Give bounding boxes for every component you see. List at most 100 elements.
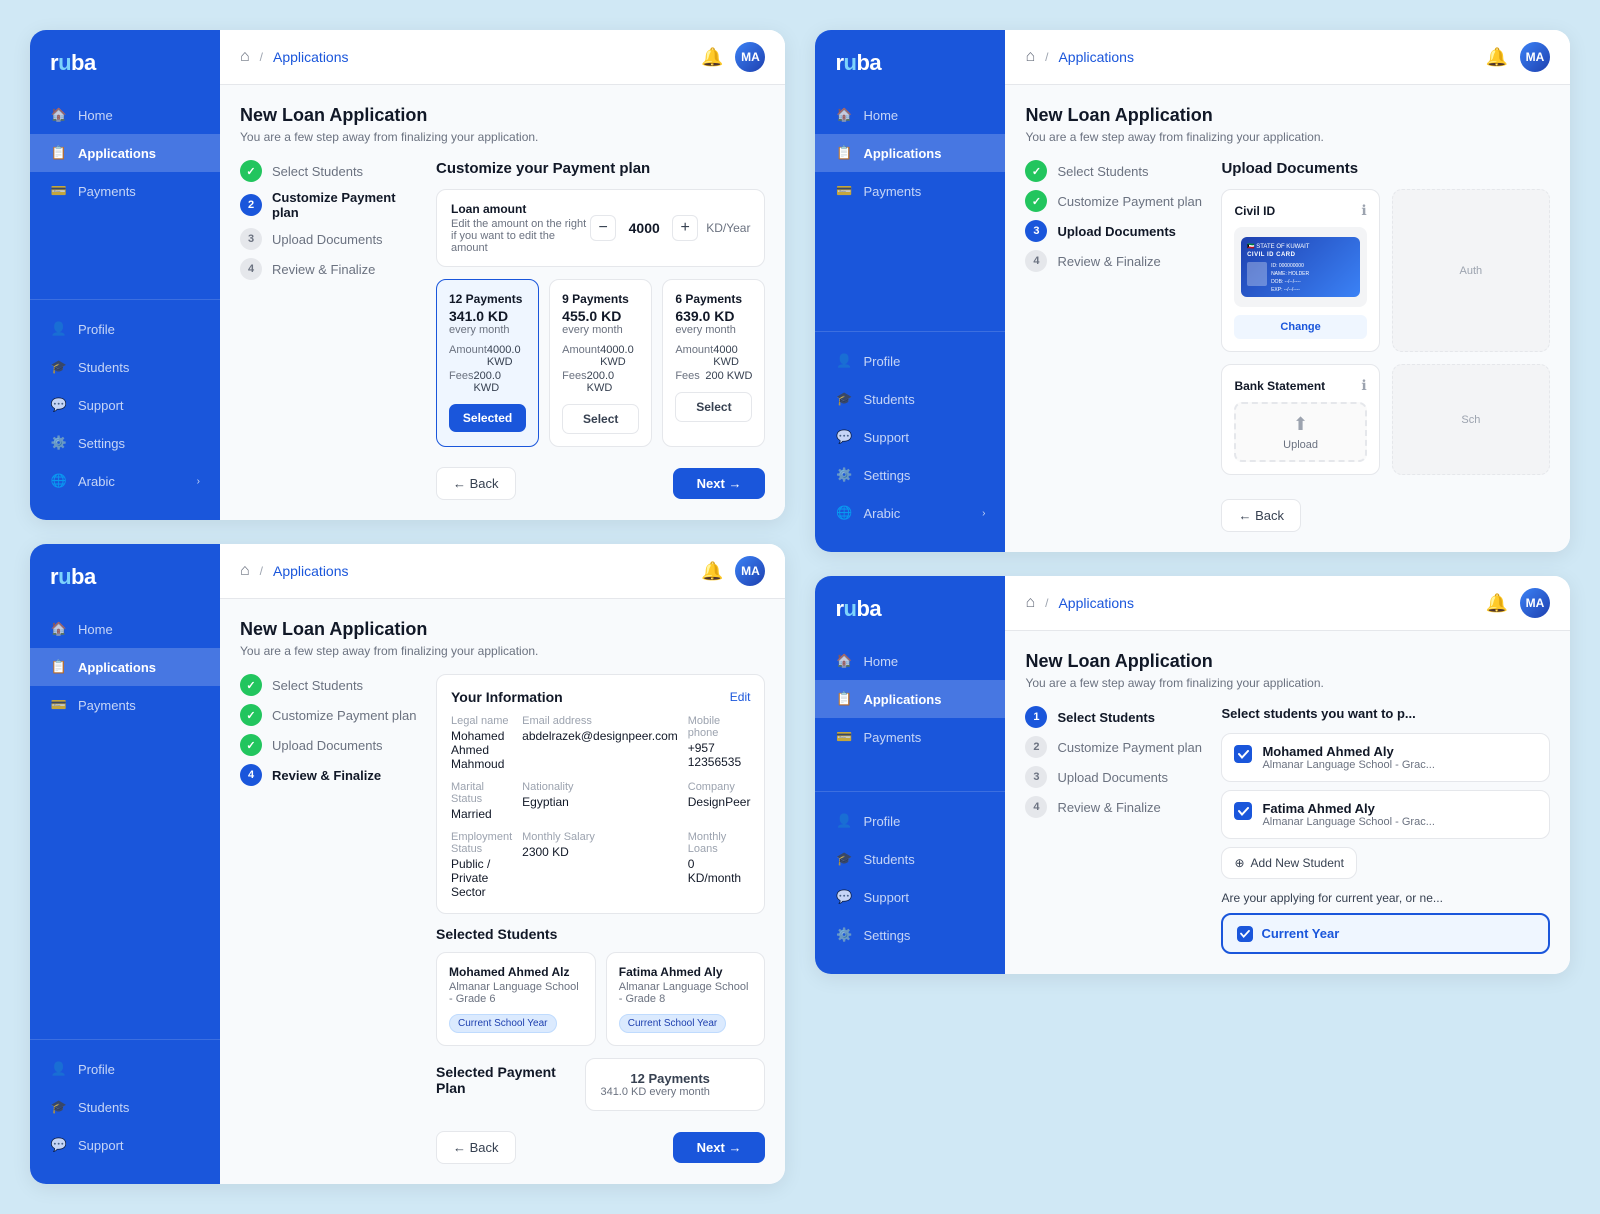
payment-plan-label: Selected Payment Plan: [436, 1064, 585, 1096]
sidebar-item-support[interactable]: 💬 Support: [30, 386, 220, 424]
sidebar-item-home-u[interactable]: 🏠 Home: [815, 96, 1005, 134]
step-circle-4: 4: [240, 258, 262, 280]
student-select-2[interactable]: Fatima Ahmed Aly Almanar Language School…: [1221, 790, 1550, 839]
current-year-button[interactable]: Current Year: [1221, 913, 1550, 954]
logo-review: ruba: [30, 564, 220, 610]
back-button-r[interactable]: ← Back: [436, 1131, 516, 1164]
students-title: Selected Students: [436, 926, 765, 942]
back-button[interactable]: ← Back: [436, 467, 516, 500]
sidebar-item-students-u[interactable]: 🎓 Students: [815, 380, 1005, 418]
loan-increase-btn[interactable]: +: [672, 215, 698, 241]
topbar-payment: ⌂ / Applications 🔔 MA: [220, 30, 785, 85]
student-cards: Mohamed Ahmed Alz Almanar Language Schoo…: [436, 952, 765, 1046]
select-btn-9[interactable]: Select: [562, 404, 639, 434]
sidebar-item-settings-u[interactable]: ⚙️ Settings: [815, 456, 1005, 494]
sidebar-item-profile[interactable]: 👤 Profile: [30, 310, 220, 348]
doc-card-sch: Sch: [1392, 364, 1550, 475]
main-select: ⌂ / Applications 🔔 MA New Loan Applicati…: [1005, 576, 1570, 974]
loan-decrease-btn[interactable]: −: [590, 215, 616, 241]
info-icon-bank: ℹ: [1361, 377, 1366, 394]
notifications-icon-r[interactable]: 🔔: [701, 561, 723, 582]
topbar-home-icon-s: ⌂: [1025, 594, 1035, 612]
add-student-button[interactable]: ⊕ Add New Student: [1221, 847, 1356, 879]
home-icon-u: 🏠: [835, 106, 853, 124]
sidebar-item-profile-r[interactable]: 👤 Profile: [30, 1050, 220, 1088]
student-select-1[interactable]: Mohamed Ahmed Aly Almanar Language Schoo…: [1221, 733, 1550, 782]
sidebar-item-arabic-u[interactable]: 🌐 Arabic ›: [815, 494, 1005, 532]
topbar-title-u: Applications: [1058, 49, 1134, 65]
topbar-title-r: Applications: [273, 563, 349, 579]
change-button[interactable]: Change: [1234, 315, 1366, 339]
step-r3: ✓ Upload Documents: [240, 734, 420, 756]
sidebar-item-applications-s[interactable]: 📋 Applications: [815, 680, 1005, 718]
sidebar-item-applications[interactable]: 📋 Applications: [30, 134, 220, 172]
next-button[interactable]: Next →: [673, 468, 766, 499]
sidebar-item-payments-r[interactable]: 💳 Payments: [30, 686, 220, 724]
civil-id-title: Civil ID: [1234, 204, 1275, 218]
info-title: Your Information: [451, 689, 563, 705]
sidebar-item-settings-s[interactable]: ⚙️ Settings: [815, 916, 1005, 954]
sidebar-item-arabic[interactable]: 🌐 Arabic ›: [30, 462, 220, 500]
payment-card-9[interactable]: 9 Payments 455.0 KD every month Amount40…: [549, 279, 652, 447]
sidebar-item-applications-u[interactable]: 📋 Applications: [815, 134, 1005, 172]
info-box: Your Information Edit Legal name Mohamed…: [436, 674, 765, 914]
sidebar-item-home-s[interactable]: 🏠 Home: [815, 642, 1005, 680]
notifications-icon-u[interactable]: 🔔: [1486, 47, 1508, 68]
notifications-icon-s[interactable]: 🔔: [1486, 593, 1508, 614]
page-subtitle-r: You are a few step away from finalizing …: [240, 644, 765, 658]
select-btn-12[interactable]: Selected: [449, 404, 526, 432]
panel-payment: ruba 🏠 Home 📋 Applications 💳 Payments: [30, 30, 785, 520]
sidebar-item-payments-s[interactable]: 💳 Payments: [815, 718, 1005, 756]
sidebar-item-support-s[interactable]: 💬 Support: [815, 878, 1005, 916]
checkbox-2[interactable]: [1234, 802, 1252, 820]
doc-card-civil-id: Civil ID ℹ 🇰🇼 STATE OF KUWAIT CIVIL ID C…: [1221, 189, 1379, 352]
info-field-loans: Monthly Loans 0 KD/month: [688, 831, 751, 899]
notifications-icon[interactable]: 🔔: [701, 47, 723, 68]
students-icon-u: 🎓: [835, 390, 853, 408]
info-field-email: Email address abdelrazek@designpeer.com: [522, 715, 678, 771]
upload-area[interactable]: ⬆ Upload: [1234, 402, 1366, 462]
info-field-phone: Mobile phone +957 12356535: [688, 715, 751, 771]
step-circle-3: 3: [240, 228, 262, 250]
payments-icon-u: 💳: [835, 182, 853, 200]
avatar-u[interactable]: MA: [1520, 42, 1550, 72]
topbar-home-icon-r: ⌂: [240, 562, 250, 580]
sidebar-payment: ruba 🏠 Home 📋 Applications 💳 Payments: [30, 30, 220, 520]
sidebar-item-support-u[interactable]: 💬 Support: [815, 418, 1005, 456]
step-u3: 3 Upload Documents: [1025, 220, 1205, 242]
sidebar-item-home-r[interactable]: 🏠 Home: [30, 610, 220, 648]
page-title: New Loan Application: [240, 105, 765, 126]
arabic-icon-u: 🌐: [835, 504, 853, 522]
sidebar-item-students[interactable]: 🎓 Students: [30, 348, 220, 386]
back-button-u[interactable]: ← Back: [1221, 499, 1301, 532]
select-btn-6[interactable]: Select: [675, 392, 752, 422]
doc-cards-row: Civil ID ℹ 🇰🇼 STATE OF KUWAIT CIVIL ID C…: [1221, 189, 1550, 352]
sidebar-item-profile-s[interactable]: 👤 Profile: [815, 802, 1005, 840]
next-button-r[interactable]: Next →: [673, 1132, 766, 1163]
home-icon-r: 🏠: [50, 620, 68, 638]
sidebar-item-payments[interactable]: 💳 Payments: [30, 172, 220, 210]
add-icon: ⊕: [1234, 856, 1244, 870]
payments-icon-s: 💳: [835, 728, 853, 746]
avatar[interactable]: MA: [735, 42, 765, 72]
step-r1: ✓ Select Students: [240, 674, 420, 696]
payment-card-12[interactable]: 12 Payments 341.0 KD every month Amount4…: [436, 279, 539, 447]
payment-card-6[interactable]: 6 Payments 639.0 KD every month Amount40…: [662, 279, 765, 447]
sidebar-item-support-r[interactable]: 💬 Support: [30, 1126, 220, 1164]
sidebar-item-payments-u[interactable]: 💳 Payments: [815, 172, 1005, 210]
sidebar-item-profile-u[interactable]: 👤 Profile: [815, 342, 1005, 380]
checkbox-1[interactable]: [1234, 745, 1252, 763]
sidebar-item-settings[interactable]: ⚙️ Settings: [30, 424, 220, 462]
breadcrumb-sep: /: [260, 50, 263, 64]
step-circle-1: ✓: [240, 160, 262, 182]
sidebar-item-applications-r[interactable]: 📋 Applications: [30, 648, 220, 686]
sch-label: Sch: [1461, 414, 1480, 426]
avatar-s[interactable]: MA: [1520, 588, 1550, 618]
sidebar-item-home[interactable]: 🏠 Home: [30, 96, 220, 134]
sidebar-item-students-r[interactable]: 🎓 Students: [30, 1088, 220, 1126]
sidebar-item-students-s[interactable]: 🎓 Students: [815, 840, 1005, 878]
edit-button[interactable]: Edit: [730, 690, 751, 704]
current-year-checkbox: [1237, 926, 1253, 942]
main-upload: ⌂ / Applications 🔔 MA New Loan Applicati…: [1005, 30, 1570, 552]
avatar-r[interactable]: MA: [735, 556, 765, 586]
